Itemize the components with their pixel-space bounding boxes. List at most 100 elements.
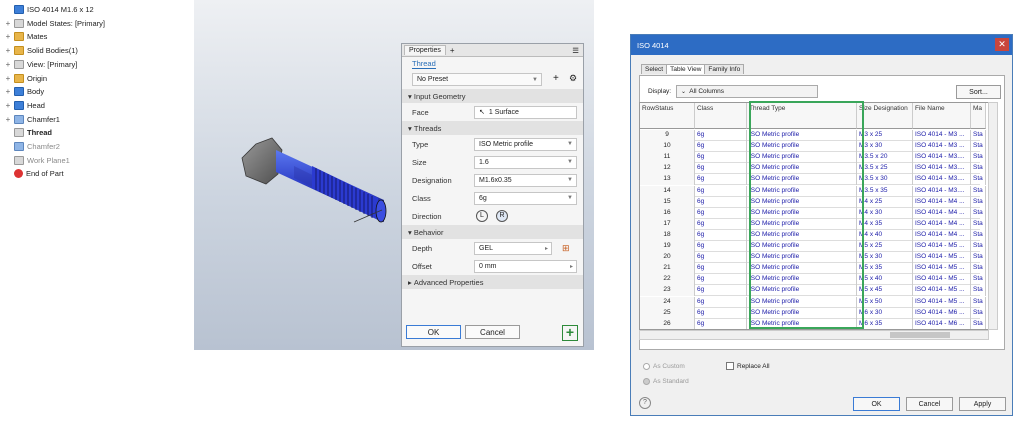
table-cell[interactable]: 11 xyxy=(640,152,695,164)
bolt-end-face[interactable] xyxy=(375,199,387,223)
expand-toggle-icon[interactable]: + xyxy=(4,19,12,28)
table-cell[interactable]: ISO 4014 - M5 ... xyxy=(913,241,971,252)
expand-toggle-icon[interactable]: + xyxy=(4,60,12,69)
table-cell[interactable]: 6g xyxy=(695,285,747,297)
type-select[interactable]: ISO Metric profile ▼ xyxy=(474,137,577,151)
tab-family-info[interactable]: Family Info xyxy=(704,64,745,74)
section-advanced-properties[interactable]: ▸ Advanced Properties xyxy=(402,275,583,289)
left-hand-icon[interactable]: L xyxy=(476,210,488,222)
tab-select[interactable]: Select xyxy=(641,64,668,74)
table-cell[interactable]: M5 x 30 xyxy=(857,252,913,264)
tree-item[interactable]: Thread xyxy=(4,126,52,139)
table-cell[interactable]: ISO 4014 - M6 ... xyxy=(913,318,971,329)
table-cell[interactable]: ISO 4014 - M5 ... xyxy=(913,296,971,308)
table-cell[interactable]: ISO 4014 - M3 ... xyxy=(913,130,971,141)
expand-toggle-icon[interactable]: + xyxy=(4,115,12,124)
tree-item[interactable]: Work Plane1 xyxy=(4,154,70,167)
designation-select[interactable]: M1.6x0.35 ▼ xyxy=(474,173,577,187)
table-cell[interactable]: 21 xyxy=(640,263,695,275)
tree-item[interactable]: + Head xyxy=(4,99,45,112)
table-cell[interactable]: 6g xyxy=(695,207,747,219)
table-cell[interactable]: Sta xyxy=(971,218,986,230)
face-selector[interactable]: ↖ 1 Surface xyxy=(474,105,577,119)
table-cell[interactable]: 12 xyxy=(640,163,695,175)
tree-item[interactable]: + Origin xyxy=(4,72,47,85)
gear-icon[interactable]: ⚙ xyxy=(569,73,577,84)
table-cell[interactable]: M5 x 35 xyxy=(857,263,913,275)
table-cell[interactable]: 6g xyxy=(695,141,747,153)
table-cell[interactable]: 6g xyxy=(695,229,747,241)
table-cell[interactable]: ISO 4014 - M5 ... xyxy=(913,252,971,264)
table-cell[interactable]: M5 x 45 xyxy=(857,285,913,297)
table-cell[interactable]: 6g xyxy=(695,196,747,208)
close-icon[interactable]: ✕ xyxy=(995,38,1009,51)
horizontal-scrollbar[interactable] xyxy=(639,330,989,340)
table-cell[interactable]: 25 xyxy=(640,307,695,319)
table-cell[interactable]: 6g xyxy=(695,174,747,186)
help-icon[interactable]: ? xyxy=(639,397,651,409)
sort-button[interactable]: Sort... xyxy=(956,85,1001,99)
table-cell[interactable]: ISO 4014 - M5 ... xyxy=(913,274,971,286)
dialog-apply-button[interactable]: Apply xyxy=(959,397,1006,411)
class-select[interactable]: 6g ▼ xyxy=(474,191,577,205)
table-cell[interactable]: M4 x 40 xyxy=(857,229,913,241)
table-cell[interactable]: Sta xyxy=(971,141,986,153)
table-cell[interactable]: M3.5 x 25 xyxy=(857,163,913,175)
column-header[interactable]: Ma xyxy=(971,103,986,129)
table-cell[interactable]: 10 xyxy=(640,141,695,153)
table-cell[interactable]: ISO 4014 - M3 ... xyxy=(913,141,971,153)
table-cell[interactable]: 6g xyxy=(695,307,747,319)
expand-toggle-icon[interactable]: + xyxy=(4,46,12,55)
table-cell[interactable]: M4 x 25 xyxy=(857,196,913,208)
display-select[interactable]: ⌄ All Columns xyxy=(676,85,818,98)
table-cell[interactable]: 24 xyxy=(640,296,695,308)
table-cell[interactable]: M5 x 40 xyxy=(857,274,913,286)
right-hand-icon[interactable]: R xyxy=(496,210,508,222)
table-cell[interactable]: M5 x 50 xyxy=(857,296,913,308)
table-cell[interactable]: M3 x 30 xyxy=(857,141,913,153)
table-cell[interactable]: M6 x 30 xyxy=(857,307,913,319)
table-cell[interactable]: ISO 4014 - M4 ... xyxy=(913,229,971,241)
as-standard-radio[interactable]: As Standard xyxy=(643,378,689,385)
table-cell[interactable]: Sta xyxy=(971,185,986,197)
table-cell[interactable]: 22 xyxy=(640,274,695,286)
tree-item[interactable]: ISO 4014 M1.6 x 12 xyxy=(4,3,94,16)
table-cell[interactable]: ISO 4014 - M3.... xyxy=(913,185,971,197)
table-cell[interactable]: 18 xyxy=(640,229,695,241)
panel-menu-icon[interactable]: ☰ xyxy=(572,46,579,55)
dialog-ok-button[interactable]: OK xyxy=(853,397,900,411)
table-cell[interactable]: M3.5 x 30 xyxy=(857,174,913,186)
cancel-button[interactable]: Cancel xyxy=(465,325,520,339)
expand-toggle-icon[interactable]: + xyxy=(4,32,12,41)
column-header[interactable]: Size Designation xyxy=(857,103,913,129)
table-cell[interactable]: M3.5 x 35 xyxy=(857,185,913,197)
table-cell[interactable]: ISO 4014 - M6 ... xyxy=(913,307,971,319)
tree-item[interactable]: + Model States: [Primary] xyxy=(4,17,105,30)
table-cell[interactable]: Sta xyxy=(971,163,986,175)
table-cell[interactable]: Sta xyxy=(971,130,986,141)
table-cell[interactable]: ISO 4014 - M5 ... xyxy=(913,263,971,275)
size-select[interactable]: 1.6 ▼ xyxy=(474,155,577,169)
replace-all-checkbox[interactable]: Replace All xyxy=(726,362,770,370)
depth-type-icon[interactable]: ⊞ xyxy=(562,243,570,254)
dialog-cancel-button[interactable]: Cancel xyxy=(906,397,953,411)
table-cell[interactable]: Sta xyxy=(971,174,986,186)
tab-add[interactable]: + xyxy=(450,46,455,55)
section-input-geometry[interactable]: ▾ Input Geometry xyxy=(402,89,583,103)
table-cell[interactable]: ISO 4014 - M3.... xyxy=(913,152,971,164)
table-cell[interactable]: 6g xyxy=(695,241,747,252)
table-cell[interactable]: Sta xyxy=(971,252,986,264)
table-cell[interactable]: 6g xyxy=(695,263,747,275)
table-cell[interactable]: 6g xyxy=(695,252,747,264)
expand-toggle-icon[interactable]: + xyxy=(4,87,12,96)
table-cell[interactable]: 6g xyxy=(695,185,747,197)
table-cell[interactable]: Sta xyxy=(971,229,986,241)
table-cell[interactable]: 6g xyxy=(695,152,747,164)
table-cell[interactable]: M5 x 25 xyxy=(857,241,913,252)
table-cell[interactable]: 6g xyxy=(695,318,747,329)
table-cell[interactable]: M3.5 x 20 xyxy=(857,152,913,164)
table-cell[interactable]: Sta xyxy=(971,296,986,308)
table-cell[interactable]: Sta xyxy=(971,207,986,219)
table-cell[interactable]: 23 xyxy=(640,285,695,297)
section-behavior[interactable]: ▾ Behavior xyxy=(402,225,583,239)
